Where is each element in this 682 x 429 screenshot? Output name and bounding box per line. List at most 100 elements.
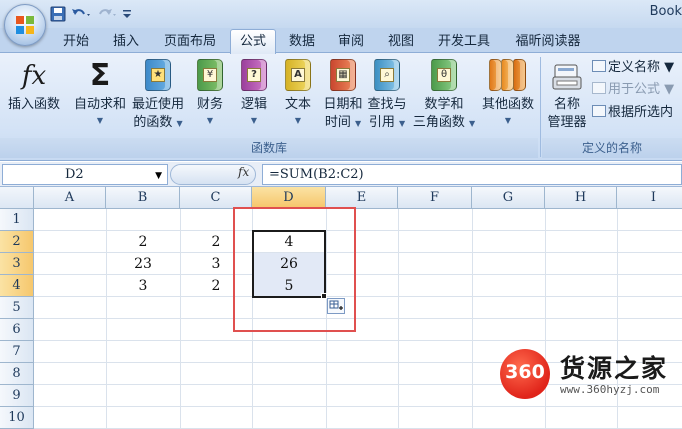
- math-functions-button[interactable]: θ 数学和 三角函数 ▼: [412, 55, 476, 137]
- name-manager-label-2: 管理器: [547, 115, 587, 130]
- row-header-10[interactable]: 10: [0, 407, 34, 429]
- define-name-label: 定义名称: [608, 60, 661, 75]
- define-name-button[interactable]: 定义名称 ▼: [592, 58, 674, 78]
- column-header-b[interactable]: B: [106, 187, 180, 209]
- tab-insert[interactable]: 插入: [102, 31, 150, 53]
- recent-functions-label-2: 的函数: [133, 115, 173, 130]
- row-header-2[interactable]: 2: [0, 231, 34, 253]
- formula-input[interactable]: =SUM(B2:C2): [262, 164, 682, 185]
- tab-home[interactable]: 开始: [52, 31, 100, 53]
- lookup-functions-button[interactable]: ⌕ 查找与 引用 ▼: [364, 55, 410, 137]
- fx-icon: fx: [21, 61, 47, 91]
- logical-book-icon: ?: [239, 59, 269, 93]
- chevron-down-icon: ▼: [664, 82, 675, 97]
- row-header-7[interactable]: 7: [0, 341, 34, 363]
- chevron-down-icon: ▼: [664, 60, 675, 75]
- chevron-down-icon: ▼: [176, 119, 183, 128]
- other-functions-label: 其他函数: [481, 97, 534, 112]
- tab-page-layout[interactable]: 页面布局: [153, 31, 227, 53]
- title-bar: Book: [0, 0, 682, 28]
- row-header-6[interactable]: 6: [0, 319, 34, 341]
- tab-developer[interactable]: 开发工具: [428, 31, 500, 53]
- other-books-icon: [489, 59, 527, 93]
- annotation-highlight-box: [233, 207, 356, 332]
- customize-icon[interactable]: [122, 5, 132, 23]
- text-label: 文本: [284, 97, 311, 112]
- cell-b3[interactable]: 23: [106, 253, 180, 275]
- name-manager-label-1: 名称: [553, 97, 580, 112]
- column-header-e[interactable]: E: [326, 187, 398, 209]
- row-header-5[interactable]: 5: [0, 297, 34, 319]
- save-icon[interactable]: [50, 5, 66, 23]
- column-header-h[interactable]: H: [545, 187, 617, 209]
- autosum-button[interactable]: Σ 自动求和 ▼: [70, 55, 130, 137]
- create-from-selection-button[interactable]: 根据所选内: [592, 103, 673, 123]
- office-logo-icon: [16, 16, 34, 34]
- chevron-down-icon: ▼: [399, 119, 406, 128]
- datetime-functions-button[interactable]: ▦ 日期和 时间 ▼: [320, 55, 366, 137]
- chevron-down-icon: ▼: [250, 116, 258, 125]
- tab-view[interactable]: 视图: [380, 31, 422, 53]
- text-functions-button[interactable]: A 文本 ▼: [278, 55, 318, 137]
- gridline: [34, 340, 682, 341]
- other-functions-button[interactable]: 其他函数 ▼: [478, 55, 538, 137]
- insert-function-label: 插入函数: [7, 97, 60, 112]
- math-label-1: 数学和: [424, 97, 464, 112]
- tab-data[interactable]: 数据: [281, 31, 323, 53]
- gridline: [34, 318, 682, 319]
- financial-label: 财务: [196, 97, 223, 112]
- column-header-i[interactable]: I: [617, 187, 682, 209]
- sigma-icon: Σ: [89, 58, 111, 93]
- column-header-a[interactable]: A: [34, 187, 106, 209]
- recent-book-icon: ★: [143, 59, 173, 93]
- office-button[interactable]: [4, 4, 46, 46]
- recent-functions-label-2-row: 的函数 ▼: [128, 114, 188, 133]
- math-book-icon: θ: [429, 59, 459, 93]
- insert-function-button[interactable]: fx 插入函数: [2, 55, 66, 137]
- window-title: Book: [649, 4, 682, 19]
- row-header-1[interactable]: 1: [0, 209, 34, 231]
- select-all-corner[interactable]: [0, 187, 34, 209]
- insert-function-fx-icon[interactable]: fx: [238, 165, 249, 179]
- row-header-4[interactable]: 4: [0, 275, 34, 297]
- row-header-3[interactable]: 3: [0, 253, 34, 275]
- redo-icon[interactable]: [96, 5, 118, 23]
- undo-icon[interactable]: [70, 5, 92, 23]
- datetime-book-icon: ▦: [328, 59, 358, 93]
- lookup-label-2: 引用: [368, 115, 395, 130]
- column-header-d[interactable]: D: [252, 187, 326, 209]
- gridline: [472, 209, 473, 429]
- function-library-group-label: 函数库: [0, 138, 538, 158]
- create-from-selection-icon: [592, 105, 606, 117]
- name-box[interactable]: D2 ▼: [2, 164, 168, 185]
- tab-foxit-reader[interactable]: 福昕阅读器: [504, 31, 592, 53]
- financial-functions-button[interactable]: ¥ 财务 ▼: [190, 55, 230, 137]
- name-manager-icon: [552, 59, 582, 93]
- logical-functions-button[interactable]: ? 逻辑 ▼: [234, 55, 274, 137]
- watermark-name: 货源之家: [560, 354, 669, 383]
- tab-review[interactable]: 审阅: [330, 31, 372, 53]
- cell-b4[interactable]: 3: [106, 275, 180, 297]
- lookup-label-1: 查找与: [367, 97, 407, 112]
- watermark: 360 货源之家 www.360hyzj.com: [500, 347, 682, 405]
- define-name-icon: [592, 60, 606, 72]
- formula-bar: D2 ▼ fx =SUM(B2:C2): [0, 162, 682, 187]
- use-in-formula-button[interactable]: 用于公式 ▼: [592, 80, 674, 100]
- use-in-formula-label: 用于公式: [608, 82, 661, 97]
- column-header-c[interactable]: C: [180, 187, 252, 209]
- name-manager-button[interactable]: 名称 管理器: [544, 55, 590, 137]
- chevron-down-icon: ▼: [96, 116, 104, 125]
- row-header-8[interactable]: 8: [0, 363, 34, 385]
- autosum-label: 自动求和: [73, 97, 126, 112]
- column-header-g[interactable]: G: [472, 187, 545, 209]
- chevron-down-icon: ▼: [206, 116, 214, 125]
- column-header-f[interactable]: F: [398, 187, 472, 209]
- tab-formulas[interactable]: 公式: [230, 29, 276, 54]
- chevron-down-icon[interactable]: ▼: [155, 167, 162, 186]
- cell-b2[interactable]: 2: [106, 231, 180, 253]
- recent-functions-button[interactable]: ★ 最近使用 的函数 ▼: [128, 55, 188, 137]
- ribbon-panel: fx 插入函数 Σ 自动求和 ▼ ★ 最近使用 的函数 ▼ ¥ 财务 ▼ ? 逻…: [0, 53, 682, 161]
- recent-functions-label-1: 最近使用: [131, 97, 184, 112]
- row-header-9[interactable]: 9: [0, 385, 34, 407]
- chevron-down-icon: ▼: [504, 116, 512, 125]
